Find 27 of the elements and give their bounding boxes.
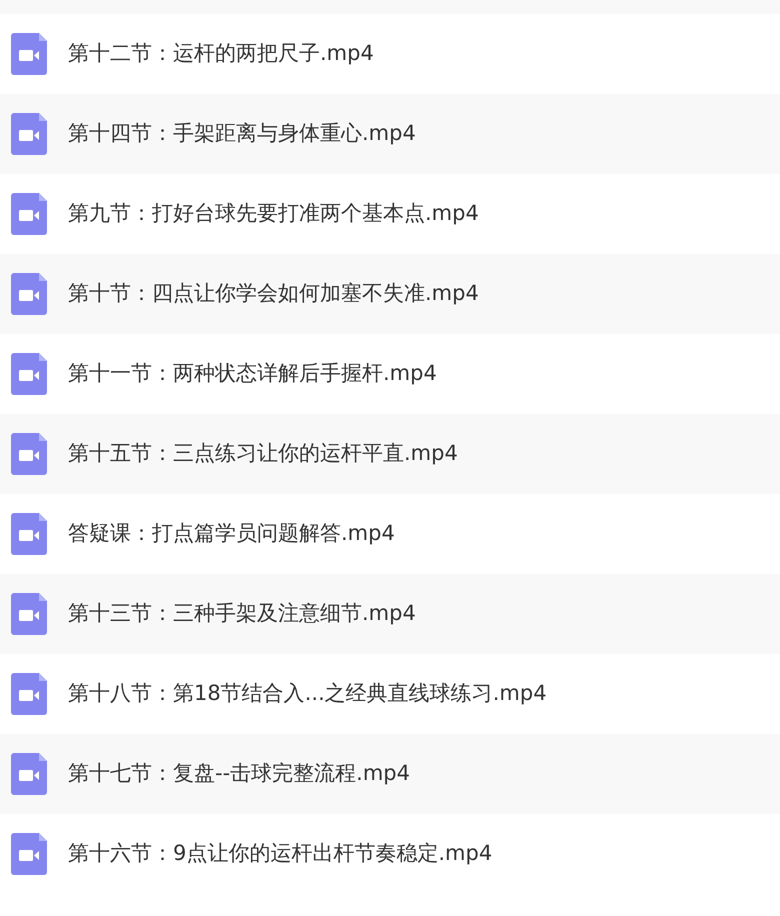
video-file-icon — [11, 673, 47, 715]
file-name: 第十七节：复盘--击球完整流程.mp4 — [68, 760, 410, 788]
file-name: 第十五节：三点练习让你的运杆平直.mp4 — [68, 440, 458, 468]
file-name: 第十八节：第18节结合入...之经典直线球练习.mp4 — [68, 680, 547, 708]
video-file-icon — [11, 33, 47, 75]
file-name: 第九节：打好台球先要打准两个基本点.mp4 — [68, 200, 479, 228]
file-row[interactable]: 第十四节：手架距离与身体重心.mp4 — [0, 94, 780, 174]
video-file-icon — [11, 273, 47, 315]
video-file-icon — [11, 353, 47, 395]
video-file-icon — [11, 513, 47, 555]
file-row[interactable]: 第十节：四点让你学会如何加塞不失准.mp4 — [0, 254, 780, 334]
file-name: 答疑课：打点篇学员问题解答.mp4 — [68, 520, 395, 548]
file-name: 第十二节：运杆的两把尺子.mp4 — [68, 40, 374, 68]
video-file-icon — [11, 193, 47, 235]
video-file-icon — [11, 753, 47, 795]
video-file-icon — [11, 593, 47, 635]
file-row[interactable]: 第十七节：复盘--击球完整流程.mp4 — [0, 734, 780, 814]
file-name: 第十三节：三种手架及注意细节.mp4 — [68, 600, 416, 628]
video-file-icon — [11, 833, 47, 875]
file-name: 第十六节：9点让你的运杆出杆节奏稳定.mp4 — [68, 840, 492, 868]
file-name: 第十节：四点让你学会如何加塞不失准.mp4 — [68, 280, 479, 308]
video-file-icon — [11, 433, 47, 475]
file-name: 第十四节：手架距离与身体重心.mp4 — [68, 120, 416, 148]
file-row[interactable]: 第十三节：三种手架及注意细节.mp4 — [0, 574, 780, 654]
file-name: 第十一节：两种状态详解后手握杆.mp4 — [68, 360, 437, 388]
file-row[interactable]: 第十五节：三点练习让你的运杆平直.mp4 — [0, 414, 780, 494]
video-file-icon — [11, 113, 47, 155]
